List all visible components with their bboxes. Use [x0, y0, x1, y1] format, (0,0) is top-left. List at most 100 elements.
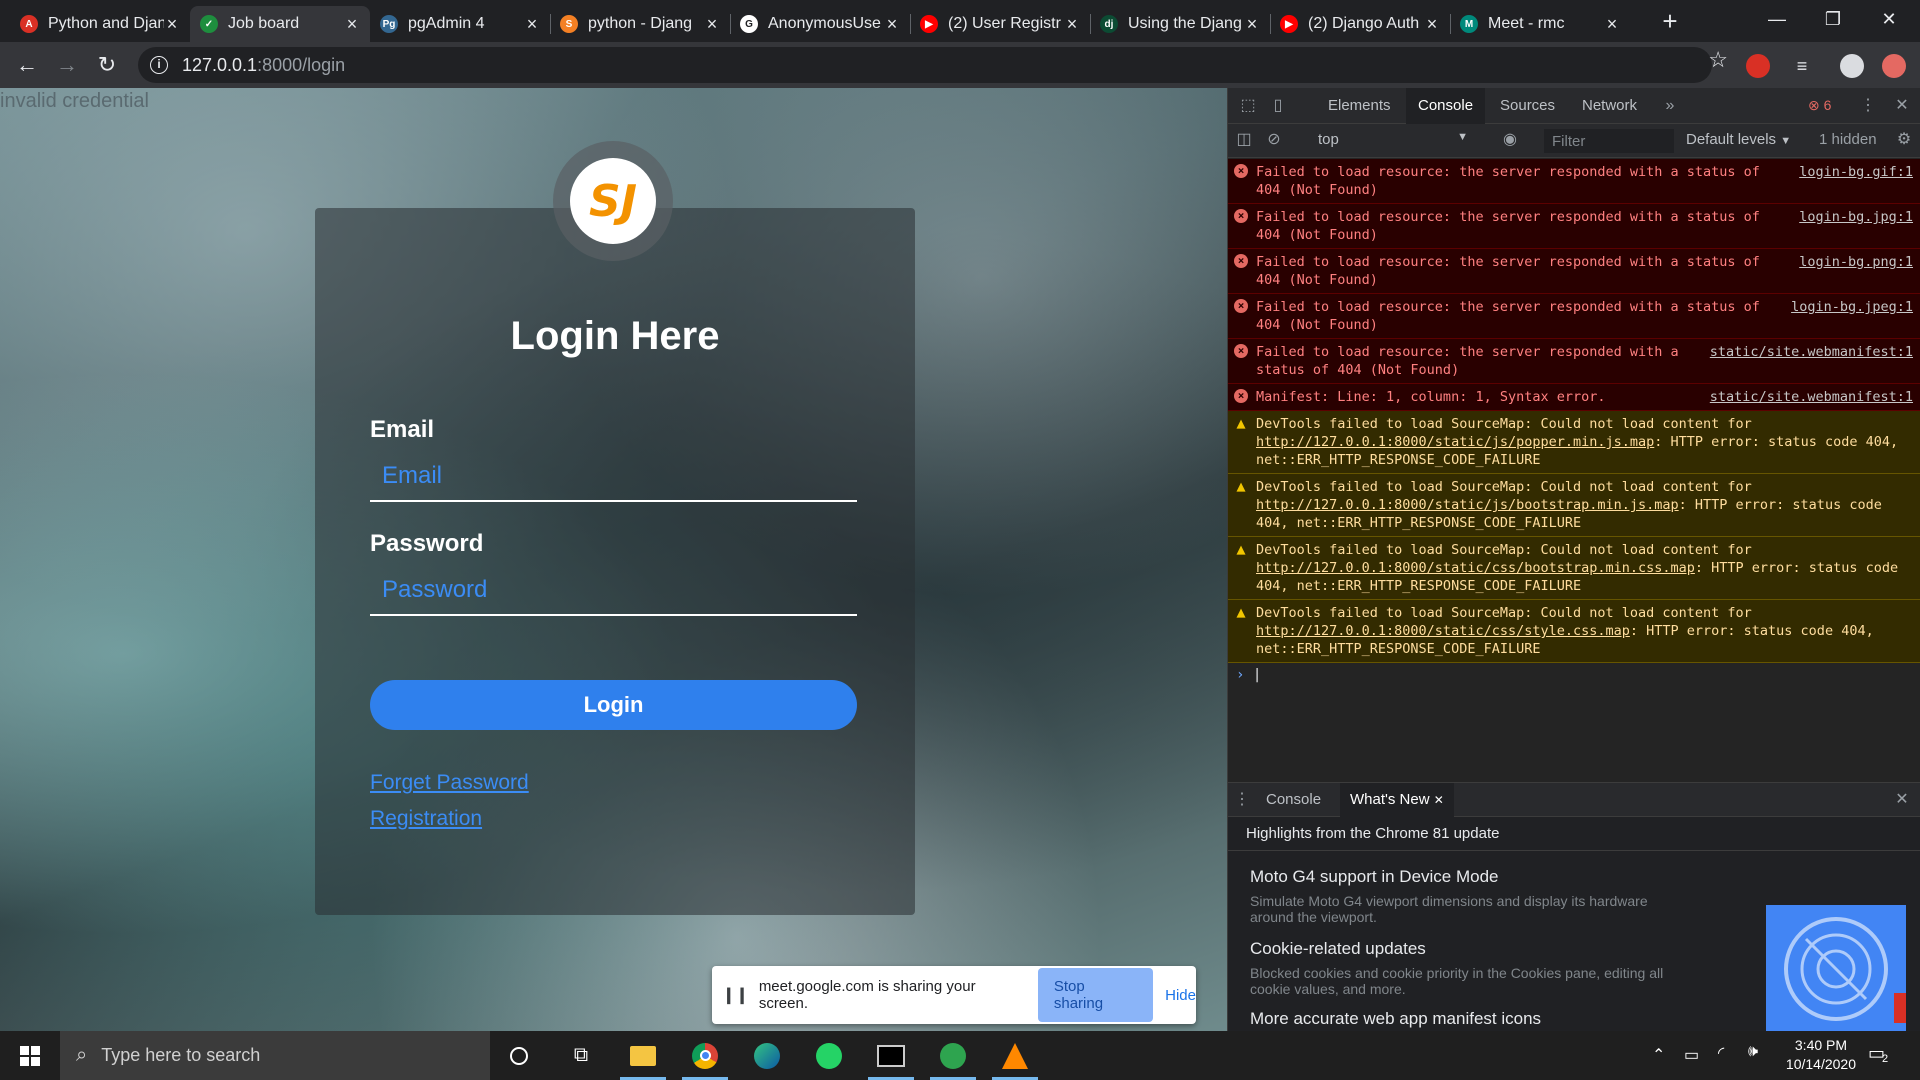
tab-network[interactable]: Network — [1570, 88, 1649, 124]
whatsapp-icon[interactable] — [800, 1031, 858, 1080]
console-prompt[interactable]: › | — [1228, 663, 1920, 687]
drawer-tab-console[interactable]: Console — [1256, 783, 1331, 817]
devtools-menu-icon[interactable]: ⋮ — [1858, 96, 1878, 116]
windows-start-button[interactable] — [0, 1031, 60, 1080]
close-tab-icon[interactable]: × — [884, 14, 900, 35]
browser-tab-python-djang[interactable]: Spython - Djang × — [550, 6, 730, 42]
site-info-icon[interactable]: i — [150, 56, 168, 74]
minimize-button[interactable]: — — [1754, 4, 1800, 34]
device-toolbar-icon[interactable]: ▯ — [1268, 96, 1288, 116]
console-filter-input[interactable] — [1544, 129, 1674, 153]
browser-tab-anonymoususe[interactable]: G AnonymousUse × — [730, 6, 910, 42]
message-source-link[interactable]: login-bg.png:1 — [1799, 253, 1913, 271]
close-tab-icon[interactable]: × — [344, 14, 360, 35]
sourcemap-url-link[interactable]: http://127.0.0.1:8000/static/js/popper.m… — [1256, 434, 1654, 450]
console-warning-message[interactable]: ▲ DevTools failed to load SourceMap: Coul… — [1228, 537, 1920, 600]
inspect-element-icon[interactable]: ⬚ — [1238, 96, 1258, 116]
sidebar-toggle-icon[interactable]: ◫ — [1234, 130, 1254, 150]
show-hidden-icons-chevron-icon[interactable]: ⌃ — [1652, 1045, 1665, 1065]
tab-elements[interactable]: Elements — [1316, 88, 1403, 124]
close-tab-icon[interactable]: × — [164, 14, 180, 35]
password-field[interactable] — [370, 566, 857, 616]
edge-icon[interactable] — [738, 1031, 796, 1080]
close-window-button[interactable]: ✕ — [1866, 4, 1912, 34]
console-error-message[interactable]: × static/site.webmanifest:1 Manifest: Line… — [1228, 384, 1920, 411]
message-source-link[interactable]: login-bg.gif:1 — [1799, 163, 1913, 181]
registration-link[interactable]: Registration — [370, 807, 482, 831]
file-explorer-icon[interactable] — [614, 1031, 672, 1080]
close-drawer-icon[interactable]: ✕ — [1892, 790, 1912, 810]
drawer-tab-whats-new[interactable]: What's New ✕ — [1340, 783, 1454, 817]
browser-tab-meet-rmc[interactable]: M Meet - rmc × — [1450, 6, 1630, 42]
console-settings-gear-icon[interactable]: ⚙ — [1894, 130, 1914, 150]
whats-new-item[interactable]: More accurate web app manifest icons — [1250, 1009, 1670, 1032]
wifi-icon[interactable]: ◜ — [1718, 1043, 1724, 1063]
forward-icon[interactable]: → — [52, 50, 82, 80]
console-error-message[interactable]: × login-bg.gif:1 Failed to load resource: … — [1228, 159, 1920, 204]
close-devtools-icon[interactable]: ✕ — [1892, 96, 1912, 116]
notification-center-icon[interactable]: ▭ 2 — [1868, 1043, 1888, 1065]
message-source-link[interactable]: static/site.webmanifest:1 — [1710, 343, 1913, 361]
log-levels-dropdown[interactable]: Default levels ▼ — [1686, 131, 1791, 148]
more-tabs-icon[interactable]: » — [1660, 96, 1680, 116]
forget-password-link[interactable]: Forget Password — [370, 771, 529, 795]
whats-new-item[interactable]: Moto G4 support in Device Mode Simulate … — [1250, 867, 1670, 925]
console-error-message[interactable]: × login-bg.jpeg:1 Failed to load resource:… — [1228, 294, 1920, 339]
console-error-message[interactable]: × login-bg.jpg:1 Failed to load resource: … — [1228, 204, 1920, 249]
back-icon[interactable]: ← — [12, 50, 42, 80]
vlc-icon[interactable] — [986, 1031, 1044, 1080]
live-expression-eye-icon[interactable]: ◉ — [1500, 130, 1520, 150]
stop-sharing-button[interactable]: Stop sharing — [1037, 968, 1154, 1022]
sourcemap-url-link[interactable]: http://127.0.0.1:8000/static/css/style.c… — [1256, 623, 1630, 639]
extension-icon[interactable] — [1746, 54, 1770, 78]
console-warning-message[interactable]: ▲ DevTools failed to load SourceMap: Coul… — [1228, 474, 1920, 537]
new-tab-button[interactable]: + — [1656, 8, 1684, 36]
browser-tab-pgadmin-4[interactable]: Pg pgAdmin 4 × — [370, 6, 550, 42]
bookmark-star-icon[interactable]: ☆ — [1708, 47, 1728, 73]
reload-icon[interactable]: ↻ — [92, 50, 122, 80]
media-control-icon[interactable]: ≡ — [1790, 54, 1814, 78]
email-field[interactable] — [370, 452, 857, 502]
chrome-icon[interactable] — [676, 1031, 734, 1080]
whats-new-item[interactable]: Cookie-related updates Blocked cookies a… — [1250, 939, 1670, 997]
browser-tab-job-board[interactable]: ✓ Job board × — [190, 6, 370, 42]
console-warning-message[interactable]: ▲ DevTools failed to load SourceMap: Coul… — [1228, 600, 1920, 663]
taskbar-search-box[interactable]: ⌕ Type here to search — [60, 1031, 490, 1080]
battery-icon[interactable]: ▭ — [1684, 1045, 1699, 1065]
close-tab-icon[interactable]: × — [1064, 14, 1080, 35]
task-view-icon[interactable]: ⧉ — [552, 1031, 610, 1080]
close-tab-icon[interactable]: ✕ — [1434, 793, 1444, 807]
context-selector[interactable]: top ▼ — [1318, 131, 1468, 148]
terminal-icon[interactable] — [862, 1031, 920, 1080]
message-source-link[interactable]: login-bg.jpeg:1 — [1791, 298, 1913, 316]
message-source-link[interactable]: login-bg.jpg:1 — [1799, 208, 1913, 226]
drawer-menu-icon[interactable]: ⋮ — [1232, 790, 1252, 810]
close-tab-icon[interactable]: × — [1424, 14, 1440, 35]
browser-tab-using-the-djang[interactable]: dj Using the Djang × — [1090, 6, 1270, 42]
close-tab-icon[interactable]: × — [524, 14, 540, 35]
close-tab-icon[interactable]: × — [1244, 14, 1260, 35]
console-error-message[interactable]: × login-bg.png:1 Failed to load resource: … — [1228, 249, 1920, 294]
message-source-link[interactable]: static/site.webmanifest:1 — [1710, 388, 1913, 406]
login-button[interactable]: Login — [370, 680, 857, 730]
profile-avatar[interactable] — [1840, 54, 1864, 78]
console-warning-message[interactable]: ▲ DevTools failed to load SourceMap: Coul… — [1228, 411, 1920, 474]
sourcemap-url-link[interactable]: http://127.0.0.1:8000/static/js/bootstra… — [1256, 497, 1679, 513]
atom-icon[interactable] — [924, 1031, 982, 1080]
cortana-icon[interactable] — [490, 1031, 548, 1080]
browser-tab-python-and-djang[interactable]: A Python and Djang × — [10, 6, 190, 42]
hide-banner-button[interactable]: Hide — [1165, 987, 1196, 1004]
maximize-button[interactable]: ❐ — [1810, 4, 1856, 34]
tab-sources[interactable]: Sources — [1488, 88, 1567, 124]
sourcemap-url-link[interactable]: http://127.0.0.1:8000/static/css/bootstr… — [1256, 560, 1695, 576]
volume-icon[interactable]: 🕪 — [1748, 1043, 1758, 1061]
browser-tab-2-django-auth[interactable]: ▶ (2) Django Auth × — [1270, 6, 1450, 42]
tab-console[interactable]: Console — [1406, 88, 1486, 124]
update-menu-icon[interactable] — [1882, 54, 1906, 78]
error-count-badge[interactable]: ⊗ 6 — [1808, 97, 1831, 114]
system-clock[interactable]: 3:40 PM 10/14/2020 — [1786, 1036, 1856, 1074]
clear-console-icon[interactable]: ⊘ — [1264, 130, 1284, 150]
close-tab-icon[interactable]: × — [704, 14, 720, 35]
browser-tab-2-user-registr[interactable]: ▶ (2) User Registr × — [910, 6, 1090, 42]
console-error-message[interactable]: × static/site.webmanifest:1 Failed to load… — [1228, 339, 1920, 384]
